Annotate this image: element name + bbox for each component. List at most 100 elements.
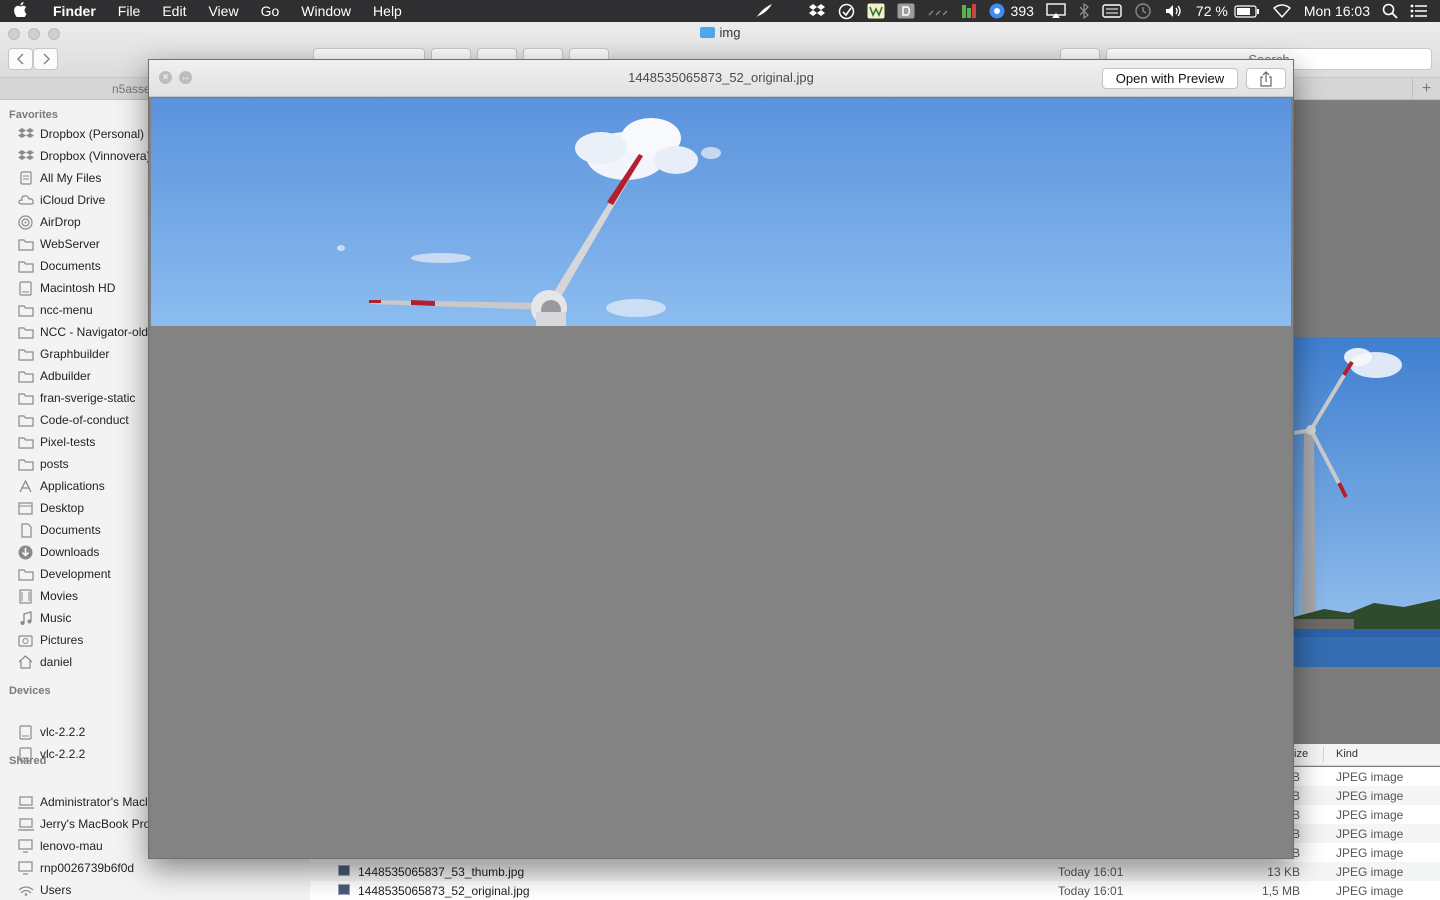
menu-view[interactable]: View <box>197 0 249 22</box>
sidebar-item-label: lenovo-mau <box>40 839 103 853</box>
monitor-icon <box>17 861 34 875</box>
sidebar-item-favorite-7[interactable]: Macintosh HD <box>17 277 115 299</box>
sidebar-item-label: Documents <box>40 523 101 537</box>
sidebar-item-favorite-2[interactable]: All My Files <box>17 167 101 189</box>
spotlight-search-icon[interactable] <box>1376 0 1404 22</box>
sidebar-item-shared-2[interactable]: lenovo-mau <box>17 835 103 857</box>
size-column-header[interactable]: ize <box>1294 748 1308 760</box>
sidebar-item-device-0[interactable]: vlc-2.2.2 <box>17 721 85 743</box>
kind-column-header[interactable]: Kind <box>1336 748 1358 760</box>
sidebar-item-shared-1[interactable]: Jerry's MacBook Pro <box>17 813 150 835</box>
notification-center-icon[interactable] <box>1404 0 1440 22</box>
network-icon <box>17 883 34 897</box>
home-icon <box>17 655 34 669</box>
sidebar-item-favorite-5[interactable]: WebServer <box>17 233 100 255</box>
sidebar-item-shared-0[interactable]: Administrator's Macl <box>17 791 148 813</box>
menu-help[interactable]: Help <box>362 0 413 22</box>
sidebar-item-favorite-6[interactable]: Documents <box>17 255 101 277</box>
sidebar-item-label: Development <box>40 567 111 581</box>
sidebar-item-favorite-20[interactable]: Development <box>17 563 111 585</box>
sidebar-item-label: Jerry's MacBook Pro <box>40 817 151 831</box>
sidebar-item-label: Pixel-tests <box>40 435 96 449</box>
airplay-icon[interactable] <box>1040 0 1072 22</box>
sidebar-item-shared-4[interactable]: Users <box>17 879 71 900</box>
computer-icon <box>17 795 34 809</box>
menu-go[interactable]: Go <box>250 0 291 22</box>
sidebar-item-favorite-4[interactable]: AirDrop <box>17 211 81 233</box>
sidebar-item-favorite-18[interactable]: Documents <box>17 519 101 541</box>
folder-icon <box>17 303 34 317</box>
sidebar-item-favorite-15[interactable]: posts <box>17 453 69 475</box>
forward-button[interactable] <box>33 48 58 70</box>
sidebar-item-favorite-10[interactable]: Graphbuilder <box>17 343 109 365</box>
keyboard-icon[interactable] <box>1096 0 1128 22</box>
memory-meter-icon[interactable] <box>955 0 983 22</box>
sidebar-item-favorite-8[interactable]: ncc-menu <box>17 299 93 321</box>
battery-icon[interactable] <box>1234 0 1266 22</box>
jpeg-file-icon <box>338 865 350 876</box>
sidebar-item-favorite-23[interactable]: Pictures <box>17 629 83 651</box>
menu-file[interactable]: File <box>107 0 152 22</box>
table-row[interactable]: 1448535065837_53_thumb.jpg Today 16:01 13 … <box>310 862 1440 881</box>
file-date: Today 16:01 <box>1058 865 1124 879</box>
clock[interactable]: Mon 16:03 <box>1298 0 1376 22</box>
sidebar-item-label: Music <box>40 611 72 625</box>
sidebar-item-favorite-3[interactable]: iCloud Drive <box>17 189 105 211</box>
file-kind: JPEG image <box>1336 827 1404 841</box>
tab-label[interactable]: n5asse <box>112 82 151 96</box>
sidebar-item-favorite-0[interactable]: Dropbox (Personal) <box>17 123 144 145</box>
new-tab-button[interactable]: + <box>1412 78 1440 100</box>
sidebar-item-favorite-14[interactable]: Pixel-tests <box>17 431 95 453</box>
menu-app-finder[interactable]: Finder <box>40 0 107 22</box>
sidebar-item-favorite-12[interactable]: fran-sverige-static <box>17 387 135 409</box>
check-circle-icon[interactable] <box>832 0 861 22</box>
volume-icon[interactable] <box>1158 0 1190 22</box>
sidebar-item-favorite-24[interactable]: daniel <box>17 651 72 673</box>
dropbox-icon <box>17 127 34 141</box>
badge-icon[interactable] <box>983 0 1011 22</box>
feather-icon[interactable] <box>748 0 780 22</box>
bluetooth-icon[interactable] <box>1072 0 1096 22</box>
sidebar-item-favorite-1[interactable]: Dropbox (Vinnovera) <box>17 145 151 167</box>
menu-bar: Finder File Edit View Go Window Help 393… <box>0 0 1440 22</box>
menu-window[interactable]: Window <box>290 0 362 22</box>
sidebar-item-favorite-13[interactable]: Code-of-conduct <box>17 409 129 431</box>
disk-image-icon <box>17 724 34 740</box>
sidebar-item-favorite-9[interactable]: NCC - Navigator-old <box>17 321 148 343</box>
dropbox-status-icon[interactable] <box>802 0 832 22</box>
app-w-icon[interactable] <box>861 0 891 22</box>
share-icon[interactable] <box>1246 68 1286 89</box>
sidebar-item-shared-3[interactable]: rnp0026739b6f0d <box>17 857 134 879</box>
folder-icon <box>17 369 34 383</box>
file-kind: JPEG image <box>1336 846 1404 860</box>
app-d-icon[interactable] <box>891 0 921 22</box>
time-machine-icon[interactable] <box>1128 0 1158 22</box>
sidebar-item-favorite-11[interactable]: Adbuilder <box>17 365 91 387</box>
wind-turbine-photo <box>151 98 1291 326</box>
sidebar-item-favorite-19[interactable]: Downloads <box>17 541 99 563</box>
status-area: 393 72 % Mon 16:03 <box>748 0 1440 22</box>
sidebar-item-favorite-21[interactable]: Movies <box>17 585 78 607</box>
open-with-preview-button[interactable]: Open with Preview <box>1102 68 1238 89</box>
cover-flow-image[interactable] <box>1294 337 1440 667</box>
airdrop-icon <box>17 214 34 230</box>
sidebar-item-label: Graphbuilder <box>40 347 110 361</box>
documents-icon <box>17 522 34 538</box>
sidebar-item-favorite-17[interactable]: Desktop <box>17 497 84 519</box>
file-name: 1448535065873_52_original.jpg <box>358 884 530 898</box>
sidebar-item-label: Dropbox (Vinnovera) <box>40 149 151 163</box>
sidebar-item-label: All My Files <box>40 171 102 185</box>
downloads-icon <box>17 545 34 559</box>
sidebar-item-favorite-22[interactable]: Music <box>17 607 71 629</box>
folder-icon <box>17 567 34 581</box>
sidebar-item-favorite-16[interactable]: Applications <box>17 475 105 497</box>
apple-menu-icon[interactable] <box>0 1 40 21</box>
network-activity-icon[interactable] <box>921 0 955 22</box>
menu-edit[interactable]: Edit <box>151 0 197 22</box>
sidebar-item-label: Desktop <box>40 501 85 515</box>
back-button[interactable] <box>8 48 33 70</box>
list-header: ize Kind <box>1294 744 1440 766</box>
wifi-icon[interactable] <box>1266 0 1298 22</box>
table-row[interactable]: 1448535065873_52_original.jpg Today 16:01… <box>310 881 1440 900</box>
all-files-icon <box>17 171 34 185</box>
